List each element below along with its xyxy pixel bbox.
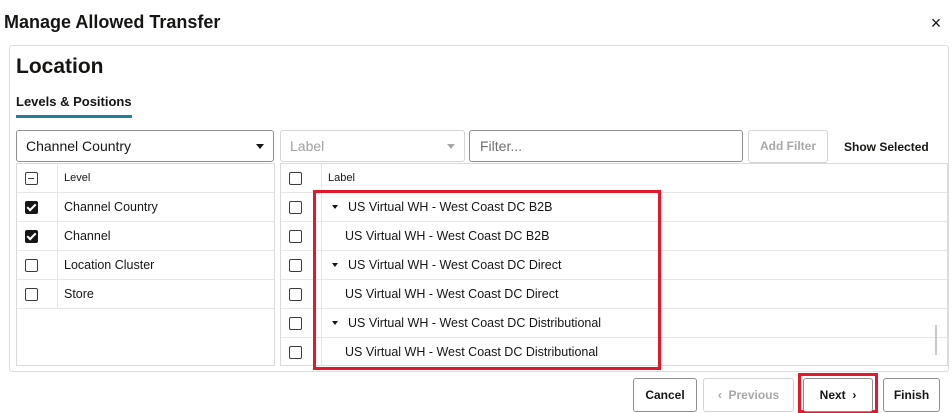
previous-label: Previous	[728, 388, 780, 402]
select-all-levels-checkbox[interactable]	[25, 172, 38, 185]
level-checkbox[interactable]	[25, 230, 38, 243]
section-title: Location	[16, 55, 104, 78]
chevron-right-icon: ›	[852, 388, 857, 402]
position-row[interactable]: US Virtual WH - West Coast DC Direct	[281, 280, 947, 309]
tab-levels-positions[interactable]: Levels & Positions	[16, 94, 132, 118]
label-select[interactable]: Label	[280, 130, 465, 162]
chevron-down-icon	[256, 144, 264, 149]
position-row[interactable]: US Virtual WH - West Coast DC Direct	[281, 251, 947, 280]
level-checkbox[interactable]	[25, 288, 38, 301]
position-checkbox[interactable]	[289, 288, 302, 301]
level-row[interactable]: Store	[17, 280, 274, 309]
position-row[interactable]: US Virtual WH - West Coast DC Distributi…	[281, 338, 947, 365]
position-checkbox[interactable]	[289, 317, 302, 330]
chevron-left-icon: ‹	[717, 388, 722, 402]
position-row[interactable]: US Virtual WH - West Coast DC B2B	[281, 222, 947, 251]
levels-grid: Level Channel Country Channel Location C…	[16, 163, 275, 366]
positions-grid: Label US Virtual WH - West Coast DC B2B …	[280, 163, 948, 366]
position-row[interactable]: US Virtual WH - West Coast DC Distributi…	[281, 309, 947, 338]
position-label: US Virtual WH - West Coast DC Direct	[348, 258, 562, 272]
label-column-header: Label	[328, 172, 355, 184]
position-checkbox[interactable]	[289, 346, 302, 359]
positions-grid-header: Label	[281, 164, 947, 193]
level-row[interactable]: Channel Country	[17, 193, 274, 222]
level-label: Channel Country	[64, 200, 158, 214]
filter-input[interactable]: Filter...	[469, 130, 743, 162]
add-filter-button[interactable]: Add Filter	[748, 130, 828, 163]
position-label: US Virtual WH - West Coast DC Direct	[345, 287, 559, 301]
level-select-value: Channel Country	[26, 138, 132, 154]
level-label: Channel	[64, 229, 111, 243]
next-label: Next	[819, 388, 846, 402]
dialog-title: Manage Allowed Transfer	[4, 12, 221, 32]
position-label: US Virtual WH - West Coast DC Distributi…	[348, 316, 602, 330]
position-label: US Virtual WH - West Coast DC B2B	[348, 200, 553, 214]
position-checkbox[interactable]	[289, 230, 302, 243]
levels-grid-header: Level	[17, 164, 274, 193]
level-checkbox[interactable]	[25, 259, 38, 272]
level-column-header: Level	[64, 172, 91, 184]
scrollbar[interactable]	[935, 325, 937, 355]
level-select[interactable]: Channel Country	[16, 130, 274, 162]
select-all-positions-checkbox[interactable]	[289, 172, 302, 185]
position-checkbox[interactable]	[289, 201, 302, 214]
position-label: US Virtual WH - West Coast DC Distributi…	[345, 345, 599, 359]
caret-down-icon[interactable]	[332, 263, 338, 267]
level-row[interactable]: Location Cluster	[17, 251, 274, 280]
level-label: Location Cluster	[64, 258, 155, 272]
finish-button[interactable]: Finish	[883, 378, 940, 412]
close-icon[interactable]: ×	[928, 14, 944, 32]
caret-down-icon[interactable]	[332, 321, 338, 325]
show-selected-button[interactable]: Show Selected	[844, 140, 929, 154]
level-row[interactable]: Channel	[17, 222, 274, 251]
label-select-placeholder: Label	[290, 138, 325, 154]
cancel-button[interactable]: Cancel	[633, 378, 697, 412]
chevron-down-icon	[447, 144, 455, 149]
level-checkbox[interactable]	[25, 201, 38, 214]
position-checkbox[interactable]	[289, 259, 302, 272]
level-label: Store	[64, 287, 94, 301]
next-button[interactable]: Next ›	[803, 378, 873, 412]
previous-button[interactable]: ‹ Previous	[703, 378, 794, 412]
caret-down-icon[interactable]	[332, 205, 338, 209]
position-label: US Virtual WH - West Coast DC B2B	[345, 229, 550, 243]
position-row[interactable]: US Virtual WH - West Coast DC B2B	[281, 193, 947, 222]
